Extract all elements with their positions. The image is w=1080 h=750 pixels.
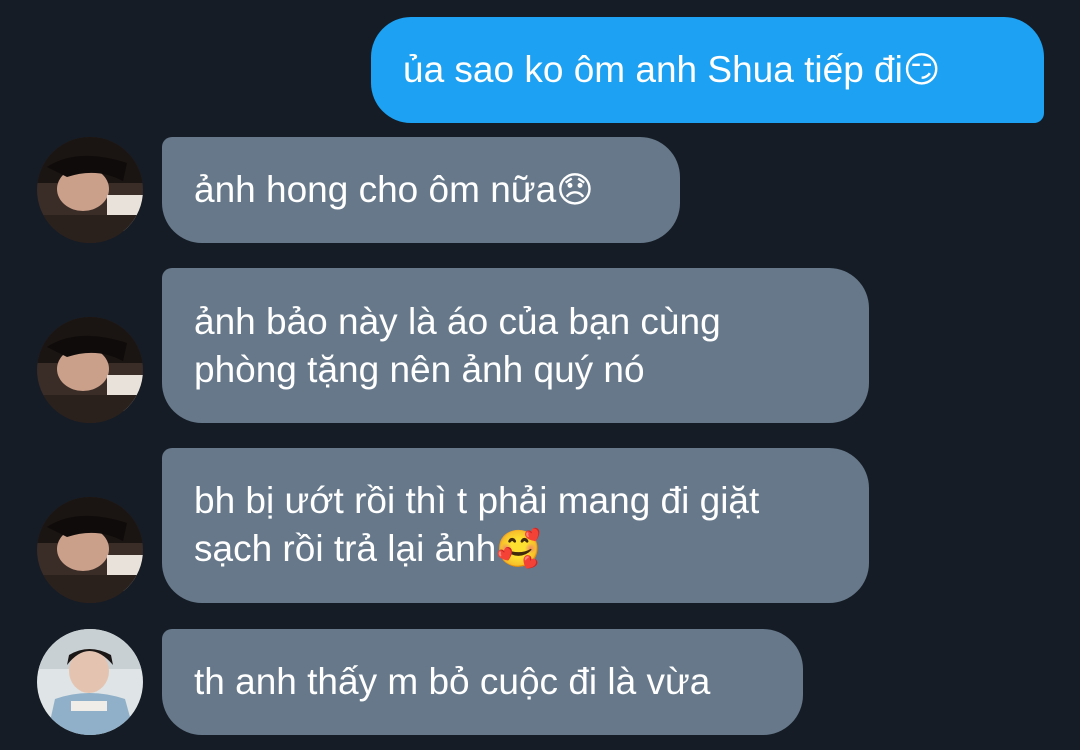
smirk-emoji-icon: 😏 (902, 49, 941, 91)
message-bubble-received[interactable]: bh bị ướt rồi thì t phải mang đi giặt sạ… (162, 448, 869, 603)
message-text-line: bh bị ướt rồi thì t phải mang đi giặt (194, 480, 760, 521)
avatar-photo-icon (37, 137, 143, 243)
message-text-line: ảnh bảo này là áo của bạn cùng (194, 300, 721, 342)
avatar[interactable] (37, 629, 143, 735)
message-bubble-received[interactable]: ảnh bảo này là áo của bạn cùng phòng tặn… (162, 268, 869, 423)
message-bubble-received[interactable]: ảnh hong cho ôm nữa😞 (162, 137, 680, 243)
message-text-line: ủa sao ko ôm anh Shua tiếp đi😏 (403, 48, 941, 91)
disappointed-emoji-icon: 😞 (556, 169, 594, 211)
avatar-photo-icon (37, 629, 143, 735)
avatar[interactable] (37, 317, 143, 423)
avatar-photo-icon (37, 497, 143, 603)
avatar[interactable] (37, 137, 143, 243)
message-text-line: sạch rồi trả lại ảnh🥰 (194, 528, 542, 570)
avatar[interactable] (37, 497, 143, 603)
message-text-line: phòng tặng nên ảnh quý nó (194, 348, 645, 390)
message-bubble-sent[interactable]: ủa sao ko ôm anh Shua tiếp đi😏 (371, 17, 1044, 123)
message-text-line: ảnh hong cho ôm nữa😞 (194, 168, 594, 211)
smiling-face-with-hearts-emoji-icon: 🥰 (496, 529, 542, 570)
avatar-photo-icon (37, 317, 143, 423)
message-text-line: th anh thấy m bỏ cuộc đi là vừa (194, 661, 711, 702)
message-bubble-received[interactable]: th anh thấy m bỏ cuộc đi là vừa (162, 629, 803, 735)
